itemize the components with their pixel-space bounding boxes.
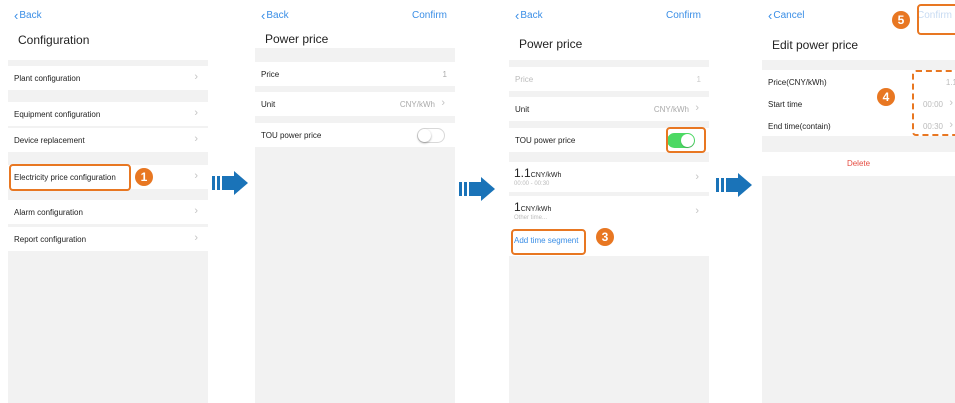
screen-header: ‹ Back Confirm Power price [255,0,455,48]
page-title: Power price [265,32,329,46]
unit-row[interactable]: Unit CNY/kWh › [509,97,709,121]
unit-row[interactable]: Unit CNY/kWh › [255,92,455,116]
menu-item-label: Device replacement [14,136,85,145]
chevron-right-icon: › [194,107,198,119]
page-title: Configuration [18,33,90,47]
cancel-button[interactable]: ‹ Cancel [768,7,805,23]
price-label: Price(CNY/kWh) [768,78,827,87]
tou-price-row: TOU power price [255,123,455,147]
chevron-right-icon: › [695,205,699,217]
toggle-knob [418,129,431,142]
segment-time: 00:00 - 00:30 [514,181,550,187]
chevron-right-icon: › [194,170,198,182]
chevron-right-icon: › [194,205,198,217]
step-badge-3: 3 [596,228,614,246]
chevron-right-icon: › [695,102,699,114]
chevron-left-icon: ‹ [768,7,773,23]
step-badge-5: 5 [892,11,910,29]
screen-header: ‹ Back Configuration [8,0,208,60]
chevron-right-icon: › [194,71,198,83]
cancel-label: Cancel [773,10,805,21]
step-badge-4: 4 [877,88,895,106]
menu-item-report-configuration[interactable]: Report configuration › [8,227,208,251]
delete-button[interactable]: Delete [762,152,955,176]
edit-power-price-screen: ‹ Cancel Confirm Edit power price Price(… [762,0,955,403]
price-row[interactable]: Price 1 [255,62,455,86]
segment-price: 1CNY/kWh [514,200,552,214]
menu-item-device-replacement[interactable]: Device replacement › [8,128,208,152]
highlight-edit-fields [912,70,955,136]
menu-item-label: Report configuration [14,235,87,244]
page-title: Power price [519,37,583,51]
price-segment-item[interactable]: 1.1CNY/kWh 00:00 - 00:30 › [509,162,709,192]
page-title: Edit power price [772,38,859,52]
menu-item-equipment-configuration[interactable]: Equipment configuration › [8,102,208,126]
chevron-left-icon: ‹ [14,7,19,23]
unit-label: Unit [515,105,530,114]
menu-item-alarm-configuration[interactable]: Alarm configuration › [8,200,208,224]
menu-item-label: Plant configuration [14,74,81,83]
end-time-label: End time(contain) [768,122,831,131]
flow-arrow-icon [716,173,752,197]
back-button[interactable]: ‹ Back [261,7,289,23]
price-value: 1 [442,70,447,79]
screen-header: ‹ Back Confirm Power price [509,0,709,60]
menu-item-label: Alarm configuration [14,208,83,217]
tou-label: TOU power price [515,136,576,145]
highlight-confirm [917,4,955,35]
menu-item-plant-configuration[interactable]: Plant configuration › [8,66,208,90]
start-time-label: Start time [768,100,803,109]
chevron-right-icon: › [441,97,445,109]
chevron-left-icon: ‹ [261,7,266,23]
highlight-tou-toggle [666,127,706,153]
unit-label: Unit [261,100,276,109]
chevron-left-icon: ‹ [515,7,520,23]
back-label: Back [266,10,289,21]
back-button[interactable]: ‹ Back [14,7,42,23]
flow-arrow-icon [459,177,495,201]
configuration-screen: ‹ Back Configuration Plant configuration… [8,0,208,403]
chevron-right-icon: › [194,232,198,244]
menu-item-label: Equipment configuration [14,110,101,119]
step-badge-1: 1 [135,168,153,186]
price-label: Price [515,75,534,84]
price-value: 1 [696,75,701,84]
chevron-right-icon: › [194,133,198,145]
flow-arrow-icon [212,171,248,195]
tou-label: TOU power price [261,131,322,140]
unit-value: CNY/kWh [399,100,435,109]
confirm-button[interactable]: Confirm [412,10,447,21]
price-row: Price 1 [509,67,709,91]
unit-value: CNY/kWh [653,105,689,114]
back-label: Back [19,10,42,21]
power-price-screen: ‹ Back Confirm Power price Price 1 Unit … [255,0,455,403]
price-label: Price [261,70,280,79]
back-label: Back [520,10,543,21]
chevron-right-icon: › [695,171,699,183]
segment-price: 1.1CNY/kWh [514,166,562,180]
power-price-tou-screen: ‹ Back Confirm Power price Price 1 Unit … [509,0,709,403]
confirm-button[interactable]: Confirm [666,10,701,21]
highlight-add-time-segment [511,229,586,255]
highlight-electricity-price [9,164,131,191]
tou-toggle[interactable] [417,128,445,143]
segment-time: Other time... [514,215,548,221]
back-button[interactable]: ‹ Back [515,7,543,23]
